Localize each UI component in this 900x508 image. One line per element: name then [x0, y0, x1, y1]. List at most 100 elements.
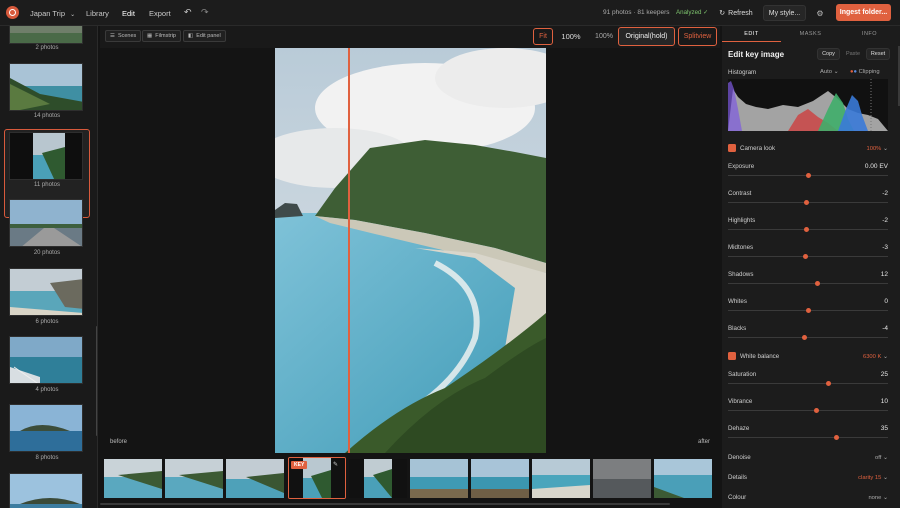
my-style-button[interactable]: My style... [763, 5, 806, 21]
film-thumb[interactable] [654, 459, 712, 498]
fit-button[interactable]: Fit [533, 28, 553, 45]
film-thumb-image [410, 459, 468, 498]
slider-track[interactable] [728, 308, 888, 313]
chevron-down-icon: ⌄ [833, 69, 839, 75]
slider-track[interactable] [728, 281, 888, 286]
white-balance-checkbox[interactable] [728, 352, 736, 360]
slider-value[interactable]: 35 [881, 425, 888, 432]
gear-icon[interactable]: ⚙ [813, 5, 827, 21]
project-selector[interactable]: Japan Trip ⌄ [30, 9, 75, 18]
histogram-mode[interactable]: Auto ⌄ [820, 69, 838, 75]
edit-panel-toggle[interactable]: ◧ Edit panel [183, 30, 226, 42]
film-thumb[interactable] [104, 459, 162, 498]
scene-thumbnail[interactable] [9, 63, 83, 111]
slider-knob[interactable] [833, 435, 839, 440]
slider-knob[interactable] [815, 281, 821, 286]
slider-knob[interactable] [803, 227, 809, 232]
copy-button[interactable]: Copy [817, 48, 840, 60]
splitview-button[interactable]: Splitview [678, 27, 717, 46]
nav-edit[interactable]: Edit [122, 9, 135, 18]
filmstrip-scrollbar[interactable] [100, 503, 670, 505]
filmstrip-toggle[interactable]: ▦ Filmstrip [142, 30, 181, 42]
scene-thumbnail[interactable] [9, 268, 83, 316]
scene-thumbnail[interactable] [9, 404, 83, 452]
film-thumb-image [532, 459, 590, 498]
scene-thumbnail[interactable] [9, 336, 83, 384]
scene-thumbnail[interactable] [9, 473, 83, 508]
slider-value[interactable]: 0.00 EV [865, 163, 888, 170]
viewer-toolbar: ☰ Scenes ▦ Filmstrip ◧ Edit panel Fit 100% … [100, 26, 720, 48]
slider-value[interactable]: 25 [881, 371, 888, 378]
film-thumb-key[interactable]: KEY ✎ [288, 457, 346, 499]
zoom-level-button[interactable]: 100% [558, 28, 584, 45]
zoom-100-button[interactable]: 100% [591, 28, 617, 45]
reset-button[interactable]: Reset [866, 48, 890, 60]
colour-value[interactable]: none ⌄ [868, 494, 888, 501]
film-thumb-image [226, 459, 284, 498]
film-thumb[interactable] [471, 459, 529, 498]
white-balance-value[interactable]: 6300 K ⌄ [863, 353, 888, 360]
redo-icon[interactable]: ↷ [201, 7, 209, 18]
slider-knob[interactable] [805, 173, 811, 178]
film-thumb[interactable] [165, 459, 223, 498]
slider-value[interactable]: 10 [881, 398, 888, 405]
slider-track[interactable] [728, 408, 888, 413]
thumbnail-image [10, 405, 82, 451]
slider-track[interactable] [728, 435, 888, 440]
nav-export[interactable]: Export [149, 9, 171, 18]
slider-track[interactable] [728, 227, 888, 232]
slider-track[interactable] [728, 381, 888, 386]
scene-thumbnail[interactable] [9, 199, 83, 247]
slider-track[interactable] [728, 254, 888, 259]
slider-track[interactable] [728, 200, 888, 205]
slider-value[interactable]: -3 [882, 244, 888, 251]
slider-knob[interactable] [813, 408, 819, 413]
slider-value[interactable]: 0 [884, 298, 888, 305]
scene-thumbnail[interactable] [9, 26, 83, 44]
split-divider[interactable] [348, 48, 350, 453]
sidebar-scrollbar[interactable] [96, 326, 97, 436]
slider-value[interactable]: -2 [882, 217, 888, 224]
slider-knob[interactable] [803, 200, 809, 205]
film-thumb[interactable] [532, 459, 590, 498]
before-label: before [110, 439, 128, 445]
nav-library[interactable]: Library [86, 9, 109, 18]
slider-knob[interactable] [805, 308, 811, 313]
film-thumb[interactable] [410, 459, 468, 498]
chevron-down-icon: ⌄ [70, 12, 76, 18]
denoise-value[interactable]: off ⌄ [875, 454, 888, 461]
slider-track[interactable] [728, 173, 888, 178]
camera-look-value[interactable]: 100% ⌄ [867, 145, 888, 152]
scene-thumbnail[interactable] [9, 132, 83, 180]
slider-value[interactable]: 12 [881, 271, 888, 278]
slider-knob[interactable] [825, 381, 831, 386]
undo-icon[interactable]: ↶ [184, 7, 192, 18]
camera-look-checkbox[interactable] [728, 144, 736, 152]
pen-icon[interactable]: ✎ [333, 461, 338, 468]
scene-caption: 11 photos [34, 182, 60, 188]
camera-look-label: Camera look [740, 145, 776, 152]
details-amount: clarity 15 [858, 475, 882, 481]
slider-knob[interactable] [803, 254, 809, 259]
app-logo-icon[interactable] [6, 6, 19, 19]
tab-edit[interactable]: EDIT [722, 26, 781, 42]
refresh-icon: ↻ [719, 10, 726, 17]
clipping-toggle[interactable]: ●● Clipping [850, 69, 880, 75]
tab-masks[interactable]: MASKS [781, 26, 840, 42]
scenes-toggle[interactable]: ☰ Scenes [105, 30, 142, 42]
paste-button[interactable]: Paste [842, 48, 864, 60]
film-thumb[interactable] [593, 459, 651, 498]
refresh-button[interactable]: ↻ Refresh [715, 5, 757, 21]
original-hold-button[interactable]: Original(hold) [618, 27, 675, 46]
film-thumb[interactable] [349, 459, 407, 498]
slider-label: Saturation [728, 371, 757, 378]
slider-value[interactable]: -2 [882, 190, 888, 197]
slider-knob[interactable] [802, 335, 808, 340]
white-balance-label: White balance [740, 353, 780, 360]
film-thumb[interactable] [226, 459, 284, 498]
ingest-folder-button[interactable]: Ingest folder... [836, 4, 891, 21]
tab-info[interactable]: INFO [840, 26, 899, 42]
slider-value[interactable]: -4 [882, 325, 888, 332]
details-value[interactable]: clarity 15 ⌄ [858, 474, 888, 481]
slider-track[interactable] [728, 335, 888, 340]
